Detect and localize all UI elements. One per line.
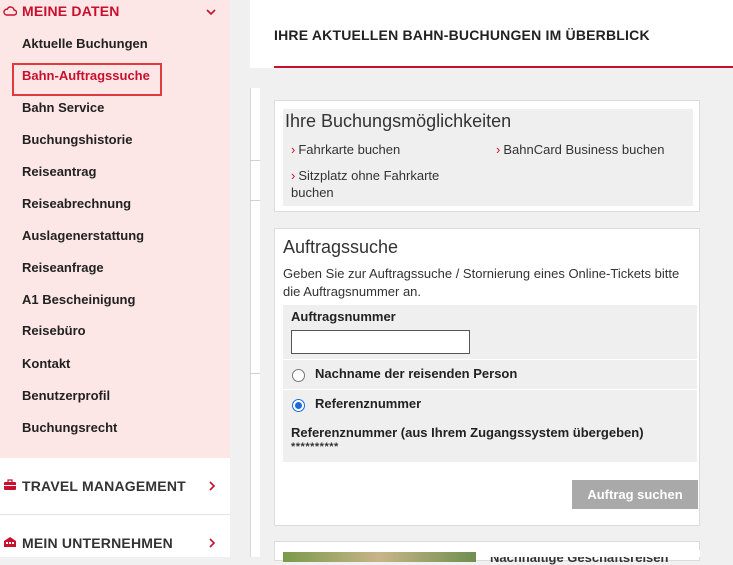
- sidebar-item-bahn-service[interactable]: Bahn Service: [22, 100, 104, 115]
- building-icon: [2, 536, 18, 551]
- collapsed-panel: [250, 88, 260, 557]
- option-sitzplatz-ohne-fahrkarte[interactable]: › Sitzplatz ohne Fahrkarte buchen: [291, 167, 466, 201]
- gutter: [230, 0, 250, 557]
- meine-daten-title: MEINE DATEN: [22, 3, 120, 19]
- sidebar-item-reiseanfrage[interactable]: Reiseanfrage: [22, 260, 104, 275]
- radio-referenznummer-label[interactable]: Referenznummer: [315, 396, 421, 411]
- sidebar-item-bahn-auftragssuche[interactable]: Bahn-Auftragssuche: [22, 68, 150, 83]
- gutter-divider: [250, 200, 260, 201]
- buchungsmoeglichkeiten-title: Ihre Buchungsmöglichkeiten: [285, 111, 512, 131]
- sidebar-item-a1-bescheinigung[interactable]: A1 Bescheinigung: [22, 292, 135, 307]
- mein-unternehmen-header[interactable]: MEIN UNTERNEHMEN: [0, 525, 230, 561]
- auftragssuche-panel: Auftragssuche Geben Sie zur Auftragssuch…: [274, 228, 700, 526]
- sidebar-divider: [0, 514, 230, 515]
- arrow-right-icon: ›: [291, 142, 296, 157]
- form-separator: [283, 389, 697, 390]
- option-label: Fahrkarte buchen: [298, 142, 401, 157]
- sidebar-item-buchungshistorie[interactable]: Buchungshistorie: [22, 132, 133, 147]
- buchungsmoeglichkeiten-panel: Ihre Buchungsmöglichkeiten › Fahrkarte bu…: [274, 100, 700, 212]
- sidebar: MEINE DATEN Aktuelle Buchungen Bahn-Auft…: [0, 0, 230, 557]
- briefcase-icon: [2, 478, 18, 494]
- auftrag-suchen-button[interactable]: Auftrag suchen: [572, 480, 698, 509]
- radio-referenznummer[interactable]: [292, 399, 305, 412]
- radio-nachname[interactable]: [292, 369, 305, 382]
- buchungsmoeglichkeiten-box: Ihre Buchungsmöglichkeiten › Fahrkarte bu…: [283, 109, 693, 206]
- sidebar-item-reiseantrag[interactable]: Reiseantrag: [22, 164, 96, 179]
- sidebar-item-aktuelle-buchungen[interactable]: Aktuelle Buchungen: [22, 36, 148, 51]
- option-fahrkarte-buchen[interactable]: › Fahrkarte buchen: [291, 141, 400, 158]
- option-label: Sitzplatz ohne Fahrkarte buchen: [291, 168, 440, 200]
- sidebar-item-benutzerprofil[interactable]: Benutzerprofil: [22, 388, 110, 403]
- header-underline: [274, 66, 733, 68]
- chevron-down-icon: [206, 4, 216, 19]
- sidebar-item-reisebuero[interactable]: Reisebüro: [22, 323, 86, 338]
- auftragssuche-title: Auftragssuche: [283, 237, 399, 257]
- sidebar-item-kontakt[interactable]: Kontakt: [22, 356, 70, 371]
- option-bahncard-business-buchen[interactable]: › BahnCard Business buchen: [496, 141, 665, 158]
- mein-unternehmen-title: MEIN UNTERNEHMEN: [22, 535, 173, 551]
- auftragsnummer-label: Auftragsnummer: [291, 309, 396, 324]
- teaser-clip: [490, 550, 700, 557]
- referenznummer-value: **********: [291, 441, 339, 453]
- travel-management-header[interactable]: TRAVEL MANAGEMENT: [0, 468, 230, 504]
- sidebar-item-auslagenerstattung[interactable]: Auslagenerstattung: [22, 228, 144, 243]
- arrow-right-icon: ›: [291, 168, 296, 183]
- cloud-icon: [2, 4, 18, 19]
- referenznummer-label: Referenznummer (aus Ihrem Zugangssystem …: [291, 425, 644, 440]
- travel-management-title: TRAVEL MANAGEMENT: [22, 478, 186, 494]
- form-separator: [283, 359, 697, 360]
- option-label: BahnCard Business buchen: [503, 142, 665, 157]
- gutter-divider: [250, 373, 260, 374]
- sidebar-item-reiseabrechnung[interactable]: Reiseabrechnung: [22, 196, 131, 211]
- auftragssuche-description: Geben Sie zur Auftragssuche / Stornierun…: [283, 266, 680, 299]
- chevron-right-icon: [209, 479, 216, 494]
- chevron-right-icon: [209, 536, 216, 551]
- sidebar-item-buchungsrecht[interactable]: Buchungsrecht: [22, 420, 117, 435]
- meine-daten-header[interactable]: MEINE DATEN: [0, 0, 230, 29]
- right-margin: [700, 88, 733, 557]
- arrow-right-icon: ›: [496, 142, 501, 157]
- gutter-divider: [250, 160, 260, 161]
- teaser-panel: Nachhaltige Geschäftsreisen: [274, 541, 700, 565]
- page-header: IHRE AKTUELLEN BAHN-BUCHUNGEN IM ÜBERBLI…: [250, 0, 733, 68]
- page-title: IHRE AKTUELLEN BAHN-BUCHUNGEN IM ÜBERBLI…: [274, 27, 650, 43]
- radio-nachname-label[interactable]: Nachname der reisenden Person: [315, 366, 517, 381]
- auftragsnummer-input[interactable]: [291, 330, 470, 354]
- teaser-image: [283, 552, 476, 562]
